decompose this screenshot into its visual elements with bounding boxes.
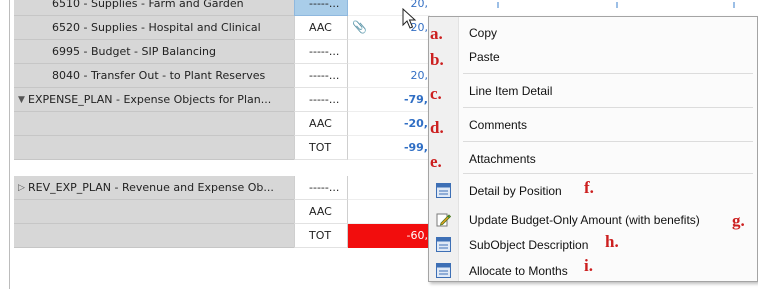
- row-label: REV_EXP_PLAN - Revenue and Expense Ob...: [28, 181, 274, 194]
- menu-item-label: Comments: [469, 118, 528, 132]
- annotation-letter: d.: [430, 118, 444, 137]
- expand-triangle-icon[interactable]: ▷: [18, 176, 25, 199]
- menu-item-comments[interactable]: Comments d.: [429, 111, 758, 139]
- row-code-cell[interactable]: TOT: [294, 224, 348, 248]
- mouse-pointer-icon: [402, 8, 417, 29]
- row-value-cell[interactable]: 20,: [348, 64, 430, 88]
- row-value-cell[interactable]: [348, 176, 430, 200]
- row-label: 6995 - Budget - SIP Balancing: [52, 45, 216, 58]
- row-label: EXPENSE_PLAN - Expense Objects for Plan.…: [28, 93, 272, 106]
- pencil-edit-icon: [436, 213, 451, 227]
- menu-separator: [463, 107, 753, 108]
- row-label-cell: 6995 - Budget - SIP Balancing: [14, 40, 294, 64]
- menu-separator: [463, 173, 753, 174]
- annotation-letter: g.: [732, 211, 745, 230]
- menu-item-label: Paste: [469, 50, 500, 64]
- row-label: 8040 - Transfer Out - to Plant Reserves: [52, 69, 266, 82]
- context-menu: Copy a. Paste b. Line Item Detail c. Com…: [428, 16, 758, 282]
- row-label-cell: [14, 224, 294, 248]
- row-label: 6520 - Supplies - Hospital and Clinical: [52, 21, 261, 34]
- grid-report-icon: [436, 263, 451, 278]
- row-code-cell[interactable]: AAC: [294, 112, 348, 136]
- row-label-cell: 6510 - Supplies - Farm and Garden: [14, 0, 294, 16]
- row-label: 6510 - Supplies - Farm and Garden: [52, 0, 244, 10]
- row-code-cell[interactable]: TOT: [294, 136, 348, 160]
- menu-item-update-budget-only-amount[interactable]: Update Budget-Only Amount (with benefits…: [429, 206, 758, 234]
- row-value-cell[interactable]: -20,: [348, 112, 430, 136]
- annotation-letter: i.: [584, 256, 593, 275]
- annotation-letter: f.: [584, 178, 594, 197]
- menu-item-label: Update Budget-Only Amount (with benefits…: [469, 213, 700, 227]
- row-label-cell: [14, 200, 294, 224]
- row-label-cell: 6520 - Supplies - Hospital and Clinical: [14, 16, 294, 40]
- row-code-cell[interactable]: -----...: [294, 88, 348, 112]
- menu-item-paste[interactable]: Paste b.: [429, 43, 758, 71]
- menu-item-label: Detail by Position: [469, 184, 562, 198]
- grid-report-icon: [436, 183, 451, 198]
- row-code-cell[interactable]: AAC: [294, 200, 348, 224]
- row-value-cell[interactable]: [348, 200, 430, 224]
- row-code-cell[interactable]: -----...: [294, 40, 348, 64]
- annotation-letter: a.: [430, 24, 443, 43]
- menu-item-label: SubObject Description: [469, 238, 589, 252]
- row-label-cell: [14, 136, 294, 160]
- menu-item-allocate-to-months[interactable]: Allocate to Months i.: [429, 256, 758, 285]
- annotation-letter: c.: [430, 84, 442, 103]
- paperclip-icon[interactable]: 📎: [352, 20, 367, 34]
- row-value-cell[interactable]: -79,: [348, 88, 430, 112]
- row-label-cell: [14, 112, 294, 136]
- menu-item-label: Attachments: [469, 152, 536, 166]
- annotation-letter: e.: [430, 152, 442, 171]
- annotation-letter: h.: [605, 232, 619, 251]
- menu-separator: [463, 73, 753, 74]
- row-code-cell[interactable]: -----...: [294, 64, 348, 88]
- menu-item-line-item-detail[interactable]: Line Item Detail c.: [429, 77, 758, 105]
- row-label-cell: ▼ EXPENSE_PLAN - Expense Objects for Pla…: [14, 88, 294, 112]
- row-code-cell[interactable]: -----...: [294, 176, 348, 200]
- menu-item-label: Allocate to Months: [469, 264, 568, 278]
- menu-item-label: Line Item Detail: [469, 84, 553, 98]
- row-value-cell[interactable]: [348, 40, 430, 64]
- menu-item-detail-by-position[interactable]: Detail by Position f.: [429, 177, 758, 205]
- row-label-cell: ▷ REV_EXP_PLAN - Revenue and Expense Ob.…: [14, 176, 294, 200]
- row-code-cell-selected[interactable]: -----...: [294, 0, 348, 16]
- menu-separator: [463, 141, 753, 142]
- menu-item-subobject-description[interactable]: SubObject Description h.: [429, 231, 758, 259]
- row-value-cell-negative[interactable]: -60,: [348, 224, 430, 248]
- grid-report-icon: [436, 237, 451, 252]
- row-code-cell[interactable]: AAC: [294, 16, 348, 40]
- row-value-cell[interactable]: -99,: [348, 136, 430, 160]
- table-row[interactable]: 6510 - Supplies - Farm and Garden -----.…: [0, 0, 758, 16]
- menu-item-attachments[interactable]: Attachments e.: [429, 145, 758, 173]
- collapse-triangle-icon[interactable]: ▼: [18, 88, 25, 111]
- menu-item-label: Copy: [469, 26, 498, 40]
- annotation-letter: b.: [430, 50, 444, 69]
- row-label-cell: 8040 - Transfer Out - to Plant Reserves: [14, 64, 294, 88]
